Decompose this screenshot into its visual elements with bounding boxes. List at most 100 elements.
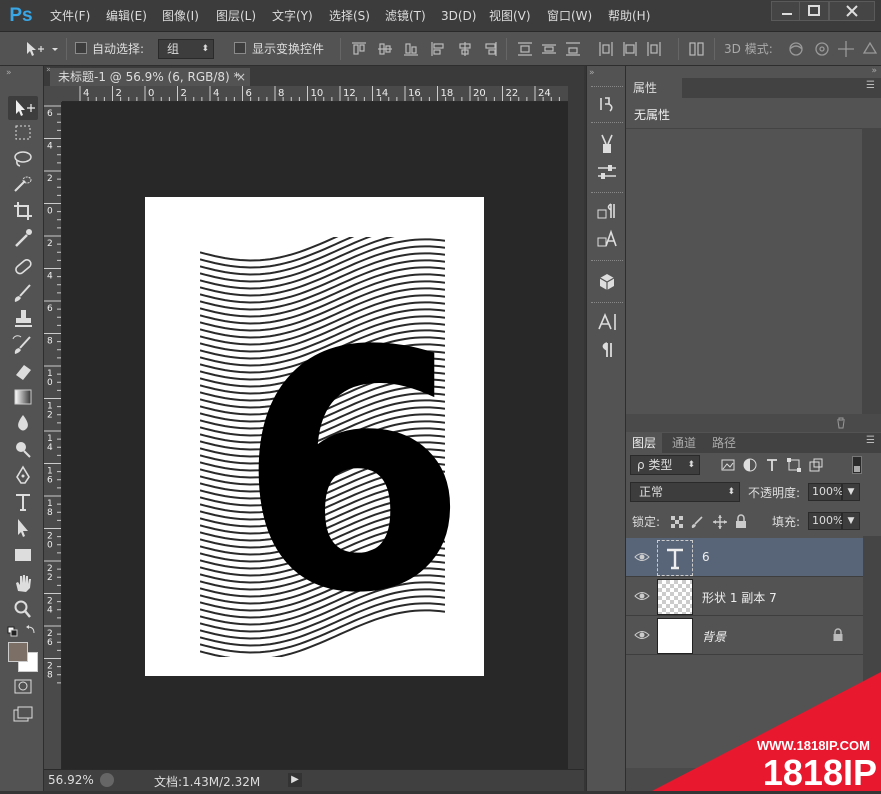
gradient-tool[interactable] bbox=[8, 385, 38, 409]
lasso-tool[interactable] bbox=[8, 147, 38, 171]
maximize-button[interactable] bbox=[799, 1, 829, 21]
fill-dropdown-button[interactable]: ▼ bbox=[842, 512, 860, 530]
layer-filter-dropdown[interactable]: ρ 类型 ⬍ bbox=[630, 455, 700, 475]
3d-dock-button[interactable] bbox=[595, 270, 619, 294]
lock-all-icon[interactable] bbox=[734, 514, 748, 530]
menu-edit[interactable]: 编辑(E) bbox=[106, 0, 147, 32]
shape-filter-icon[interactable] bbox=[786, 457, 802, 473]
pen-tool[interactable] bbox=[8, 464, 38, 488]
lock-pixels-icon[interactable] bbox=[690, 515, 704, 529]
collapse-icon[interactable]: » bbox=[871, 66, 877, 76]
brush-tool[interactable] bbox=[8, 281, 38, 305]
lock-position-icon[interactable] bbox=[712, 514, 728, 530]
align-icons-group[interactable] bbox=[350, 40, 500, 58]
move-tool[interactable] bbox=[8, 96, 38, 120]
blend-mode-dropdown[interactable]: 正常 ⬍ bbox=[630, 482, 740, 502]
document-canvas[interactable]: 6 bbox=[145, 197, 484, 676]
status-menu-arrow-icon[interactable]: ▶ bbox=[288, 773, 302, 787]
opacity-input[interactable]: 100% bbox=[808, 483, 843, 501]
clone-stamp-tool[interactable] bbox=[8, 307, 38, 331]
menu-select[interactable]: 选择(S) bbox=[329, 0, 370, 32]
collapse-icon[interactable]: » bbox=[589, 68, 595, 78]
eye-icon[interactable] bbox=[634, 589, 650, 603]
smart-object-filter-icon[interactable] bbox=[808, 457, 824, 473]
hand-tool[interactable] bbox=[8, 571, 38, 595]
menu-file[interactable]: 文件(F) bbox=[50, 0, 90, 32]
paragraph-dock-button[interactable] bbox=[595, 338, 619, 362]
auto-align-icon[interactable] bbox=[688, 40, 706, 58]
adjustment-filter-icon[interactable] bbox=[742, 457, 758, 473]
tab-close-icon[interactable]: × bbox=[236, 68, 246, 86]
menu-filter[interactable]: 滤镜(T) bbox=[385, 0, 426, 32]
pixel-filter-icon[interactable] bbox=[720, 457, 736, 473]
eye-icon[interactable] bbox=[634, 550, 650, 564]
eraser-tool[interactable] bbox=[8, 359, 38, 383]
layer-row-text[interactable]: 6 bbox=[626, 538, 863, 577]
type-filter-icon[interactable] bbox=[764, 457, 780, 473]
zoom-tool[interactable] bbox=[8, 597, 38, 621]
menu-3d[interactable]: 3D(D) bbox=[441, 0, 476, 32]
move-tool-preset-icon[interactable] bbox=[24, 40, 64, 58]
screen-mode-tool[interactable] bbox=[8, 702, 38, 726]
healing-brush-tool[interactable] bbox=[8, 255, 38, 279]
history-brush-tool[interactable] bbox=[8, 333, 38, 357]
eye-icon[interactable] bbox=[634, 628, 650, 642]
show-transform-checkbox[interactable] bbox=[234, 42, 246, 54]
tab-channels[interactable]: 通道 bbox=[666, 433, 702, 453]
properties-scrollbar[interactable] bbox=[862, 128, 881, 414]
fill-input[interactable]: 100% bbox=[808, 512, 843, 530]
menu-layer[interactable]: 图层(L) bbox=[216, 0, 256, 32]
distribute-icons-group[interactable] bbox=[516, 40, 666, 58]
blur-tool[interactable] bbox=[8, 411, 38, 435]
layer-row-background[interactable]: 背景 bbox=[626, 616, 863, 655]
menu-help[interactable]: 帮助(H) bbox=[608, 0, 650, 32]
ruler-origin[interactable] bbox=[44, 86, 62, 102]
ruler-label: 2 bbox=[116, 88, 122, 99]
crop-tool[interactable] bbox=[8, 199, 38, 223]
panel-menu-icon[interactable]: ☰ bbox=[866, 80, 875, 91]
lock-transparency-icon[interactable] bbox=[670, 515, 684, 529]
artwork-numeral: 6 bbox=[238, 281, 468, 665]
path-selection-tool[interactable] bbox=[8, 516, 38, 540]
horizontal-ruler[interactable]: 4 2 0 2 4 6 8 10 12 14 16 18 20 22 24 bbox=[62, 86, 568, 102]
marquee-tool[interactable] bbox=[8, 121, 38, 145]
status-info-icon[interactable] bbox=[100, 773, 114, 787]
panel-dock: » bbox=[586, 66, 626, 791]
3d-mode-icons[interactable] bbox=[786, 39, 881, 59]
document-tab[interactable]: 未标题-1 @ 56.9% (6, RGB/8) * × bbox=[50, 68, 250, 86]
auto-select-checkbox[interactable] bbox=[75, 42, 87, 54]
character-style-dock-button[interactable] bbox=[595, 228, 619, 252]
filter-toggle[interactable] bbox=[852, 456, 862, 474]
character-dock-button[interactable] bbox=[595, 310, 619, 334]
quick-selection-tool[interactable] bbox=[8, 173, 38, 197]
vertical-ruler[interactable]: 6420246810121416182022242628 bbox=[44, 102, 62, 769]
ruler-label: 8 bbox=[47, 337, 53, 347]
canvas-scrollbar[interactable] bbox=[568, 86, 584, 769]
auto-select-dropdown[interactable]: 组 ⬍ bbox=[158, 39, 214, 59]
menu-view[interactable]: 视图(V) bbox=[489, 0, 531, 32]
default-colors-icon[interactable] bbox=[6, 624, 40, 638]
collapse-icon[interactable]: » bbox=[6, 68, 12, 78]
close-button[interactable] bbox=[829, 1, 875, 21]
dodge-tool[interactable] bbox=[8, 437, 38, 461]
panel-menu-icon[interactable]: ☰ bbox=[866, 435, 875, 446]
tab-paths[interactable]: 路径 bbox=[706, 433, 742, 453]
quick-mask-tool[interactable] bbox=[8, 675, 38, 699]
trash-icon[interactable] bbox=[834, 416, 848, 430]
eyedropper-tool[interactable] bbox=[8, 226, 38, 250]
history-dock-button[interactable] bbox=[595, 92, 619, 116]
tab-layers[interactable]: 图层 bbox=[626, 433, 663, 453]
menu-image[interactable]: 图像(I) bbox=[162, 0, 199, 32]
paragraph-style-dock-button[interactable] bbox=[595, 200, 619, 224]
menu-type[interactable]: 文字(Y) bbox=[272, 0, 313, 32]
foreground-color-swatch[interactable] bbox=[8, 642, 28, 662]
opacity-dropdown-button[interactable]: ▼ bbox=[842, 483, 860, 501]
adjustments-dock-button[interactable] bbox=[595, 160, 619, 184]
properties-tab[interactable]: 属性 bbox=[626, 78, 682, 98]
type-tool[interactable] bbox=[8, 490, 38, 514]
menu-window[interactable]: 窗口(W) bbox=[547, 0, 592, 32]
zoom-level[interactable]: 56.92% bbox=[48, 773, 94, 787]
shape-tool[interactable] bbox=[8, 543, 38, 567]
layer-row-shape[interactable]: 形状 1 副本 7 bbox=[626, 577, 863, 616]
brush-preset-dock-button[interactable] bbox=[595, 132, 619, 156]
